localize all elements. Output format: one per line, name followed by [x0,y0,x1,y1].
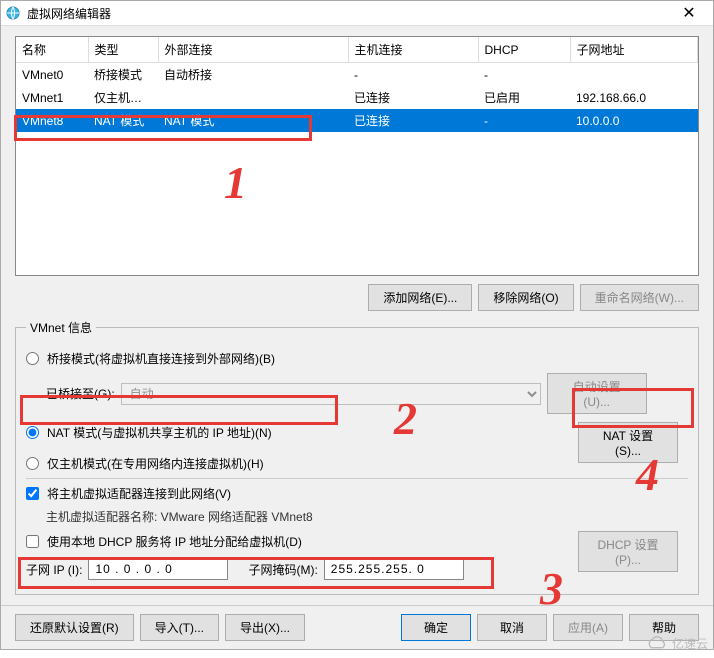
table-row[interactable]: VMnet0桥接模式自动桥接 -- [16,63,698,87]
col-subnet[interactable]: 子网地址 [570,37,698,63]
app-icon [5,5,21,21]
watermark: 亿速云 [646,635,708,652]
add-network-button[interactable]: 添加网络(E)... [368,284,472,311]
subnet-ip-label: 子网 IP (I): [26,561,82,578]
import-button[interactable]: 导入(T)... [140,614,219,641]
col-host[interactable]: 主机连接 [348,37,478,63]
use-dhcp-checkbox[interactable] [26,535,39,548]
nat-settings-button[interactable]: NAT 设置(S)... [578,422,678,463]
connect-adapter-label: 将主机虚拟适配器连接到此网络(V) [47,485,231,502]
apply-button: 应用(A) [553,614,623,641]
nat-radio[interactable] [26,426,39,439]
nat-label: NAT 模式(与虚拟机共享主机的 IP 地址)(N) [47,424,272,441]
hostonly-label: 仅主机模式(在专用网络内连接虚拟机)(H) [47,455,264,472]
ok-button[interactable]: 确定 [401,614,471,641]
vmnet-info-legend: VMnet 信息 [26,319,96,336]
remove-network-button[interactable]: 移除网络(O) [478,284,573,311]
col-type[interactable]: 类型 [88,37,158,63]
auto-set-button: 自动设置(U)... [547,373,647,414]
bridged-radio[interactable] [26,352,39,365]
restore-defaults-button[interactable]: 还原默认设置(R) [15,614,134,641]
hostonly-radio[interactable] [26,457,39,470]
dialog-window: 虚拟网络编辑器 ✕ 名称 类型 外部连接 主机连接 DHCP 子网地址 VMne… [0,0,714,650]
window-title: 虚拟网络编辑器 [27,5,669,22]
adapter-name-text: 主机虚拟适配器名称: VMware 网络适配器 VMnet8 [46,508,688,525]
network-table[interactable]: 名称 类型 外部连接 主机连接 DHCP 子网地址 VMnet0桥接模式自动桥接… [15,36,699,276]
subnet-ip-input[interactable] [88,558,228,580]
rename-network-button: 重命名网络(W)... [580,284,699,311]
bridged-to-select: 自动 [121,383,541,405]
subnet-mask-label: 子网掩码(M): [248,561,317,578]
subnet-mask-input[interactable] [324,558,464,580]
dialog-buttons: 还原默认设置(R) 导入(T)... 导出(X)... 确定 取消 应用(A) … [1,605,713,649]
export-button[interactable]: 导出(X)... [225,614,305,641]
bridged-to-label: 已桥接至(G): [46,385,115,402]
dhcp-settings-button: DHCP 设置(P)... [578,531,678,572]
table-row-selected[interactable]: VMnet8NAT 模式NAT 模式 已连接-10.0.0.0 [16,109,698,132]
table-row[interactable]: VMnet1仅主机… 已连接已启用192.168.66.0 [16,86,698,109]
col-name[interactable]: 名称 [16,37,88,63]
vmnet-info-group: VMnet 信息 桥接模式(将虚拟机直接连接到外部网络)(B) 已桥接至(G):… [15,319,699,595]
titlebar: 虚拟网络编辑器 ✕ [1,1,713,26]
close-button[interactable]: ✕ [669,3,709,23]
connect-adapter-checkbox[interactable] [26,487,39,500]
cancel-button[interactable]: 取消 [477,614,547,641]
col-dhcp[interactable]: DHCP [478,37,570,63]
table-header: 名称 类型 外部连接 主机连接 DHCP 子网地址 [16,37,698,63]
use-dhcp-label: 使用本地 DHCP 服务将 IP 地址分配给虚拟机(D) [47,533,302,550]
bridged-label: 桥接模式(将虚拟机直接连接到外部网络)(B) [47,350,275,367]
col-ext[interactable]: 外部连接 [158,37,348,63]
